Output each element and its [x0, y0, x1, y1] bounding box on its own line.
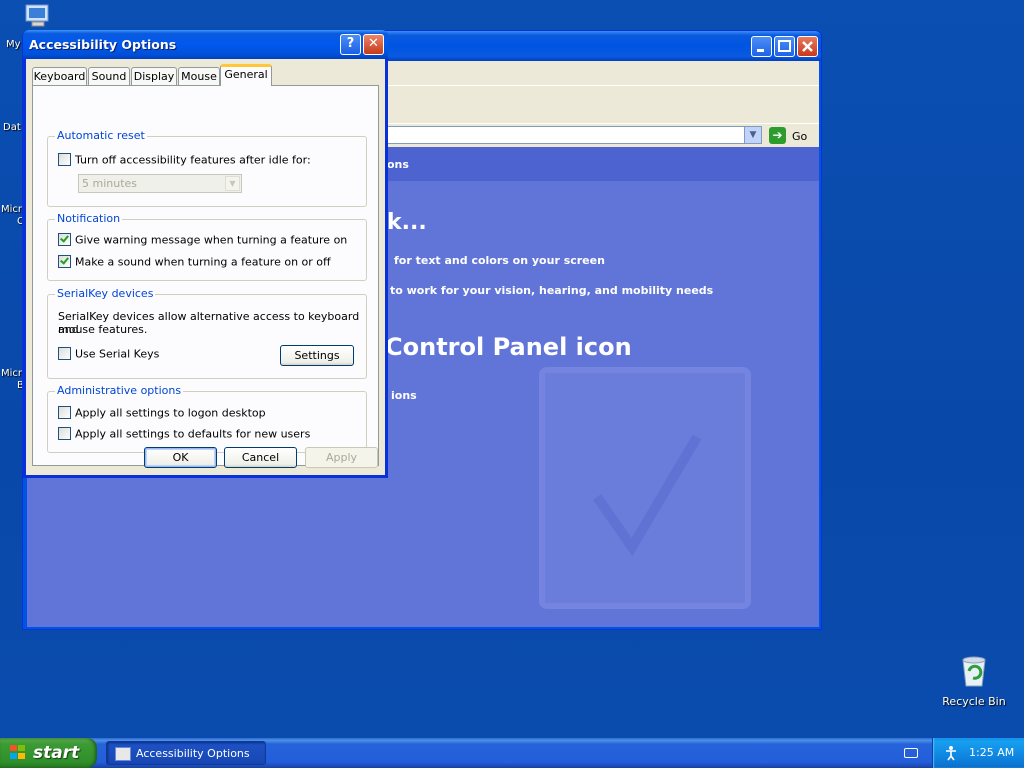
new-users-checkbox[interactable]: [58, 426, 71, 440]
maximize-button[interactable]: [774, 36, 795, 57]
accessibility-options-dialog: Accessibility Options ? ✕ Keyboard Sound…: [23, 30, 388, 478]
taskbar: start Accessibility Options 1:25 AM: [0, 738, 1024, 768]
recycle-bin-label[interactable]: Recycle Bin: [940, 695, 1008, 708]
taskbar-item-label: Accessibility Options: [136, 747, 250, 760]
taskbar-item-accessibility-options[interactable]: Accessibility Options: [106, 741, 266, 765]
accessibility-window-icon: [115, 747, 131, 761]
desktop-icon-label-micr-2[interactable]: Micr: [1, 368, 22, 379]
system-tray: 1:25 AM: [932, 738, 1024, 768]
accessibility-tray-icon[interactable]: [943, 745, 959, 761]
tab-label: Sound: [91, 70, 127, 83]
maximize-icon: [778, 40, 791, 52]
warning-label: Give warning message when turning a feat…: [75, 233, 348, 247]
task-link-vision-hearing[interactable]: to work for your vision, hearing, and mo…: [390, 284, 713, 297]
automatic-reset-title: Automatic reset: [55, 129, 147, 142]
serialkey-settings-button[interactable]: Settings: [280, 345, 354, 366]
administrative-options-title: Administrative options: [55, 384, 184, 397]
general-tab-panel: Automatic reset Turn off accessibility f…: [32, 85, 379, 466]
desktop-icon-label-data[interactable]: Dat: [3, 122, 21, 133]
recycle-bin-icon[interactable]: [960, 656, 988, 688]
tab-label: General: [224, 68, 268, 81]
chevron-down-icon: ▼: [225, 176, 240, 191]
warning-checkbox-row[interactable]: Give warning message when turning a feat…: [58, 232, 348, 247]
notification-title: Notification: [55, 212, 123, 225]
warning-checkbox[interactable]: [58, 232, 71, 246]
tab-label: Display: [133, 70, 175, 83]
start-button[interactable]: start: [0, 738, 97, 768]
idle-time-value: 5 minutes: [82, 177, 138, 190]
tab-label: Mouse: [181, 70, 217, 83]
close-icon: [802, 41, 813, 52]
clock: 1:25 AM: [969, 746, 1015, 759]
question-mark-icon: ?: [346, 36, 355, 51]
sound-checkbox-row[interactable]: Make a sound when turning a feature on o…: [58, 254, 331, 269]
desktop-icon-label-micr-1[interactable]: Micr: [1, 204, 22, 215]
dialog-title: Accessibility Options: [29, 37, 177, 52]
new-users-label: Apply all settings to defaults for new u…: [75, 427, 311, 441]
cancel-button[interactable]: Cancel: [224, 447, 297, 468]
automatic-reset-group: Automatic reset Turn off accessibility f…: [47, 129, 367, 207]
idle-reset-checkbox[interactable]: [58, 152, 71, 166]
desktop-icon-label-my[interactable]: My: [6, 39, 21, 50]
serialkey-title: SerialKey devices: [55, 287, 156, 300]
serial-keys-label: Use Serial Keys: [75, 347, 160, 361]
chevron-down-icon[interactable]: ▼: [744, 127, 761, 143]
logon-desktop-checkbox-row[interactable]: Apply all settings to logon desktop: [58, 405, 266, 420]
tab-general[interactable]: General: [220, 64, 272, 86]
idle-reset-checkbox-row[interactable]: Turn off accessibility features after id…: [58, 152, 311, 167]
dialog-body: Keyboard Sound Display Mouse General Aut…: [26, 59, 385, 475]
idle-time-select: 5 minutes ▼: [78, 174, 242, 193]
windows-flag-icon: [10, 745, 27, 761]
sound-label: Make a sound when turning a feature on o…: [75, 255, 331, 269]
logon-desktop-label: Apply all settings to logon desktop: [75, 406, 266, 420]
keyboard-icon[interactable]: [904, 748, 918, 758]
tab-display[interactable]: Display: [131, 67, 177, 85]
minimize-button[interactable]: [751, 36, 772, 57]
tab-keyboard[interactable]: Keyboard: [32, 67, 87, 85]
task-link-text-colors[interactable]: for text and colors on your screen: [394, 254, 605, 267]
serialkey-group: SerialKey devices SerialKey devices allo…: [47, 287, 367, 379]
go-button-label[interactable]: Go: [792, 130, 807, 143]
administrative-options-group: Administrative options Apply all setting…: [47, 384, 367, 453]
dialog-close-button[interactable]: ✕: [363, 34, 384, 55]
tab-mouse[interactable]: Mouse: [178, 67, 220, 85]
accessibility-options-link-fragment[interactable]: ions: [391, 389, 417, 402]
go-arrow-icon[interactable]: ➔: [769, 127, 786, 144]
my-computer-icon[interactable]: [24, 3, 54, 29]
ok-button[interactable]: OK: [144, 447, 217, 468]
logon-desktop-checkbox[interactable]: [58, 405, 71, 419]
close-icon: ✕: [368, 36, 379, 51]
notification-group: Notification Give warning message when t…: [47, 212, 367, 281]
tab-label: Keyboard: [33, 70, 86, 83]
desktop: My Dat Micr C Micr B ▼ ➔ Go ons k... for…: [0, 0, 1024, 738]
serial-keys-checkbox[interactable]: [58, 346, 71, 360]
checkmark-watermark-icon: [592, 434, 702, 557]
content-header-fragment: ons: [387, 158, 409, 171]
tab-sound[interactable]: Sound: [88, 67, 130, 85]
dialog-titlebar[interactable]: Accessibility Options ? ✕: [23, 30, 388, 59]
minimize-icon: [757, 49, 764, 52]
idle-reset-label: Turn off accessibility features after id…: [75, 153, 311, 167]
start-label: start: [33, 743, 80, 763]
apply-button[interactable]: Apply: [305, 447, 378, 468]
pick-a-task-heading-fragment: k...: [387, 210, 427, 235]
new-users-checkbox-row[interactable]: Apply all settings to defaults for new u…: [58, 426, 311, 441]
help-button[interactable]: ?: [340, 34, 361, 55]
sound-checkbox[interactable]: [58, 254, 71, 268]
serial-keys-checkbox-row[interactable]: Use Serial Keys: [58, 346, 160, 361]
control-panel-icon-heading-fragment: Control Panel icon: [385, 333, 632, 361]
close-window-button[interactable]: [797, 36, 818, 57]
serialkey-description-line2: mouse features.: [58, 323, 148, 336]
